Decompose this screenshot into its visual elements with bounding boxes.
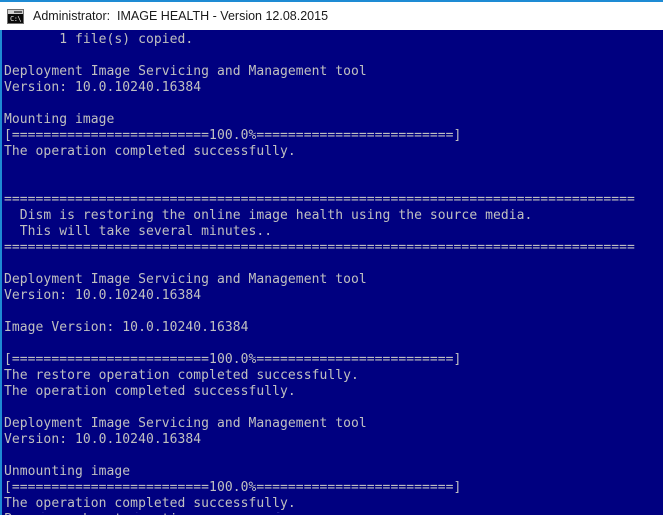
console-line: Version: 10.0.10240.16384 (4, 432, 202, 447)
console-line: [=========================100.0%========… (4, 352, 462, 367)
console-line: ========================================… (4, 192, 635, 207)
console-line: Deployment Image Servicing and Managemen… (4, 416, 367, 431)
console-line: Mounting image (4, 112, 115, 127)
title-bar[interactable]: C:\ Administrator: IMAGE HEALTH - Versio… (0, 2, 663, 30)
console-line: The operation completed successfully. (4, 496, 296, 511)
window-title: Administrator: IMAGE HEALTH - Version 12… (33, 9, 329, 23)
console-window: C:\ Administrator: IMAGE HEALTH - Versio… (0, 0, 663, 515)
console-line: The restore operation completed successf… (4, 368, 359, 383)
console-line: 1 file(s) copied. (4, 32, 194, 47)
console-line: The operation completed successfully. (4, 144, 296, 159)
console-line: Unmounting image (4, 464, 131, 479)
console-line: Version: 10.0.10240.16384 (4, 80, 202, 95)
console-output-area[interactable]: 1 file(s) copied. Deployment Image Servic… (2, 30, 663, 515)
console-line: The operation completed successfully. (4, 384, 296, 399)
console-line: Version: 10.0.10240.16384 (4, 288, 202, 303)
icon-prompt-glyph: C:\ (10, 14, 22, 23)
window-left-border (0, 30, 2, 515)
console-line: Image Version: 10.0.10240.16384 (4, 320, 249, 335)
console-line: ========================================… (4, 240, 635, 255)
console-line: Deployment Image Servicing and Managemen… (4, 272, 367, 287)
console-line: [=========================100.0%========… (4, 128, 462, 143)
cmd-console-icon[interactable]: C:\ (7, 8, 24, 24)
console-line: This will take several minutes.. (4, 224, 273, 239)
console-line: Deployment Image Servicing and Managemen… (4, 64, 367, 79)
console-line: Dism is restoring the online image healt… (4, 208, 533, 223)
icon-window-buttons (14, 10, 22, 13)
console-line: [=========================100.0%========… (4, 480, 462, 495)
